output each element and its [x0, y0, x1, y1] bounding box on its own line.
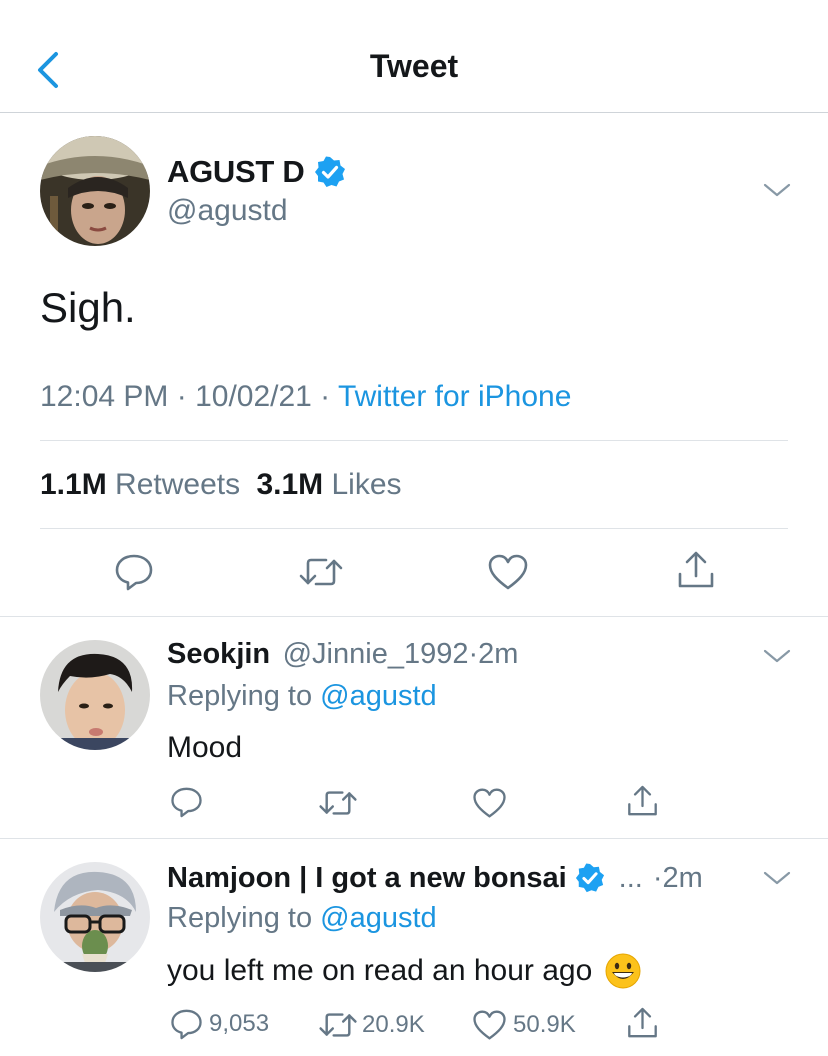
- divider: [0, 616, 828, 617]
- like-button[interactable]: 50.9K: [472, 1009, 576, 1041]
- reply-header: Namjoon | I got a new bonsai ... ·2m: [167, 860, 703, 896]
- retweet-icon: [299, 558, 343, 586]
- reply-display-name[interactable]: Namjoon | I got a new bonsai: [167, 862, 567, 895]
- retweet-button[interactable]: 20.9K: [318, 1010, 425, 1040]
- grinning-face-emoji-icon: [605, 953, 641, 989]
- comment-icon: [171, 1009, 202, 1040]
- retweet-button[interactable]: [318, 788, 358, 818]
- replying-to-mention[interactable]: @agustd: [320, 902, 437, 934]
- retweets-label: Retweets: [115, 468, 241, 501]
- reply-button[interactable]: 9,053: [170, 1008, 269, 1040]
- retweets-stat[interactable]: 1.1M Retweets: [40, 468, 240, 501]
- handle-ellipsis: ...: [618, 861, 643, 894]
- likes-stat[interactable]: 3.1M Likes: [256, 468, 401, 501]
- reply-time: ·2m: [468, 638, 519, 670]
- author-avatar[interactable]: [40, 136, 150, 246]
- tweet-source-link[interactable]: Twitter for iPhone: [338, 380, 571, 413]
- page-title: Tweet: [369, 48, 459, 84]
- heart-icon: [473, 788, 506, 818]
- share-button[interactable]: [626, 784, 659, 818]
- like-button[interactable]: [487, 553, 529, 591]
- reply-avatar[interactable]: [40, 862, 150, 972]
- likes-count: 3.1M: [256, 468, 324, 501]
- comment-icon: [171, 787, 202, 818]
- verified-badge-icon: [315, 156, 346, 187]
- reply-avatar[interactable]: [40, 640, 150, 750]
- reply-count: 9,053: [209, 1010, 270, 1037]
- verified-badge-icon: [575, 863, 604, 893]
- tweet-text: Sigh.: [40, 284, 136, 331]
- share-icon: [678, 551, 714, 588]
- retweets-count: 1.1M: [40, 468, 107, 501]
- like-button[interactable]: [472, 787, 507, 819]
- share-button[interactable]: [676, 550, 716, 590]
- divider: [40, 440, 788, 441]
- top-bar: Tweet: [0, 0, 828, 113]
- divider: [40, 528, 788, 529]
- share-button[interactable]: [626, 1006, 659, 1040]
- author-handle[interactable]: @agustd: [167, 194, 288, 228]
- replying-to: Replying to @agustd: [167, 680, 437, 713]
- comment-icon: [115, 554, 153, 591]
- retweet-count: 20.9K: [362, 1011, 425, 1038]
- replying-to-mention[interactable]: @agustd: [320, 680, 437, 712]
- reply-handle[interactable]: @Jinnie_1992: [283, 638, 469, 670]
- retweet-icon: [319, 791, 357, 815]
- tweet-meta: 12:04 PM · 10/02/21 · Twitter for iPhone: [40, 380, 571, 414]
- retweet-button[interactable]: [298, 555, 344, 589]
- reply-button[interactable]: [114, 553, 154, 591]
- reply-button[interactable]: [170, 786, 203, 818]
- chevron-down-icon: [763, 871, 791, 885]
- author-name-row: AGUST D: [167, 154, 346, 190]
- reply-text-row: you left me on read an hour ago: [167, 952, 642, 990]
- replying-to-label: Replying to: [167, 902, 321, 934]
- tweet-stats: 1.1M Retweets 3.1M Likes: [40, 468, 402, 502]
- replying-to-label: Replying to: [167, 680, 321, 712]
- heart-icon: [488, 554, 528, 590]
- reply-menu-button[interactable]: [762, 646, 792, 666]
- author-display-name[interactable]: AGUST D: [167, 154, 305, 190]
- likes-label: Likes: [331, 468, 402, 501]
- heart-icon: [473, 1010, 506, 1040]
- chevron-down-icon: [763, 649, 791, 663]
- share-icon: [628, 785, 657, 816]
- reply-text: Mood: [167, 731, 243, 764]
- share-icon: [628, 1007, 657, 1038]
- reply-header: Seokjin @Jinnie_1992·2m: [167, 638, 518, 671]
- reply-time: ·2m: [652, 861, 703, 894]
- tweet-menu-button[interactable]: [762, 180, 792, 200]
- replying-to: Replying to @agustd: [167, 902, 437, 935]
- tweet-timestamp: 12:04 PM · 10/02/21 ·: [40, 380, 338, 413]
- reply-display-name[interactable]: Seokjin: [167, 638, 270, 670]
- retweet-icon: [319, 1013, 357, 1037]
- reply-menu-button[interactable]: [762, 868, 792, 888]
- reply-text: you left me on read an hour ago: [167, 954, 593, 987]
- divider: [0, 838, 828, 839]
- like-count: 50.9K: [513, 1011, 576, 1038]
- chevron-down-icon: [763, 183, 791, 197]
